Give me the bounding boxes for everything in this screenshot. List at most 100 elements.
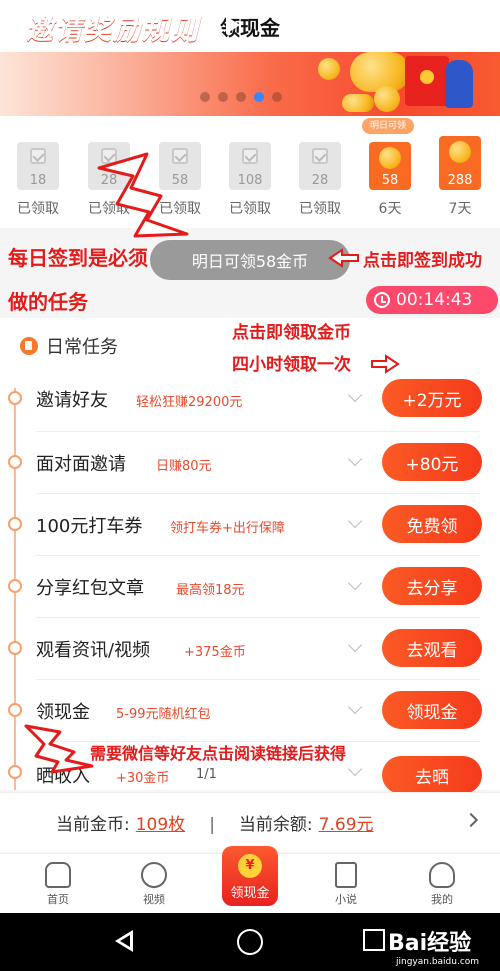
book-icon xyxy=(335,862,357,888)
yuan-coin-icon: ¥ xyxy=(238,854,262,878)
tab-label: 小说 xyxy=(335,893,357,906)
arrow-left-icon xyxy=(328,248,359,268)
coin-icon xyxy=(449,141,471,163)
chevron-down-icon[interactable] xyxy=(347,575,363,591)
day-coins: 28 xyxy=(311,173,329,188)
envelope-seal-icon xyxy=(420,70,434,84)
coins-label: 当前金币: xyxy=(56,815,130,835)
annotation-chest-claim: 点击即领取金币 xyxy=(232,323,351,343)
banner-title: 邀请奖励规则 xyxy=(26,15,200,46)
chevron-down-icon[interactable] xyxy=(347,387,363,403)
home-icon xyxy=(45,862,71,888)
check-icon xyxy=(242,148,258,164)
day-label: 已领取 xyxy=(229,201,271,217)
chevron-down-icon[interactable] xyxy=(347,513,363,529)
task-desc: 领打车券+出行保障 xyxy=(170,521,285,536)
checkin-day-future[interactable]: 288 7天 xyxy=(433,136,487,218)
task-name: 邀请好友 xyxy=(36,390,108,411)
day-coins: 108 xyxy=(237,173,263,188)
day-label: 6天 xyxy=(378,201,402,217)
task-name: 100元打车券 xyxy=(36,516,143,537)
money-value[interactable]: 7.69元 xyxy=(319,810,374,835)
tab-novel[interactable]: 小说 xyxy=(314,862,378,907)
task-progress: 1/1 xyxy=(196,767,217,782)
watermark-brand: Bai xyxy=(388,931,428,956)
watch-video-button[interactable]: 去观看 xyxy=(382,629,482,667)
checkin-day[interactable]: 18 已领取 xyxy=(11,142,65,218)
coins-value[interactable]: 109枚 xyxy=(136,810,185,835)
face-invite-button[interactable]: +80元 xyxy=(382,443,482,481)
chevron-down-icon[interactable] xyxy=(347,637,363,653)
task-desc: 日赚80元 xyxy=(156,459,212,474)
tab-label: 首页 xyxy=(47,893,69,906)
day-label: 7天 xyxy=(448,201,472,217)
tab-video[interactable]: 视频 xyxy=(122,862,186,907)
balance-separator: | xyxy=(209,815,215,835)
tab-get-cash[interactable]: ¥ 领现金 xyxy=(222,846,278,906)
check-icon xyxy=(312,148,328,164)
money-label: 当前余额: xyxy=(238,815,313,835)
taxi-voucher-button[interactable]: 免费领 xyxy=(382,505,482,543)
checkin-day-next[interactable]: 58 6天 xyxy=(363,142,417,218)
chevron-down-icon[interactable] xyxy=(347,451,363,467)
day-coins: 58 xyxy=(381,173,399,188)
chevron-down-icon[interactable] xyxy=(347,761,363,777)
person-illustration xyxy=(445,60,473,108)
show-income-button[interactable]: 去晒 xyxy=(382,756,482,794)
tomorrow-badge: 明日可领 xyxy=(362,118,414,134)
coin-stack-icon xyxy=(350,52,410,92)
balance-summary: 当前金币: 109枚 | 当前余额: 7.69元 xyxy=(56,810,374,835)
checkin-day[interactable]: 108 已领取 xyxy=(223,142,277,218)
yuan-icon xyxy=(8,765,22,779)
carousel-dot[interactable] xyxy=(218,92,228,102)
share-article-button[interactable]: 去分享 xyxy=(382,567,482,605)
recent-apps-icon[interactable] xyxy=(363,929,385,951)
invite-friends-button[interactable]: +2万元 xyxy=(382,379,482,417)
tab-mine[interactable]: 我的 xyxy=(410,862,474,907)
carousel-dot[interactable] xyxy=(200,92,210,102)
lightning-arrow-icon xyxy=(97,152,189,238)
annotation-daily-task: 做的任务 xyxy=(8,290,88,314)
day-coins: 18 xyxy=(29,173,47,188)
home-circle-icon[interactable] xyxy=(237,929,263,955)
check-icon xyxy=(30,148,46,164)
chest-timer[interactable]: 00:14:43 xyxy=(366,286,498,314)
timer-value: 00:14:43 xyxy=(396,290,473,310)
coin-icon xyxy=(374,86,400,112)
video-icon xyxy=(8,641,22,655)
get-cash-button[interactable]: 领现金 xyxy=(382,691,482,729)
day-coins: 288 xyxy=(447,173,473,188)
carousel-dot-active[interactable] xyxy=(254,92,264,102)
calendar-icon xyxy=(20,337,38,355)
task-desc: 5-99元随机红包 xyxy=(116,707,211,722)
back-icon-inner xyxy=(120,935,130,947)
task-row: 面对面邀请 日赚80元 +80元 xyxy=(0,432,500,492)
annotation-wechat-read: 需要微信等好友点击阅读链接后获得 xyxy=(90,744,347,763)
tab-label: 我的 xyxy=(431,893,453,906)
checkin-day[interactable]: 28 已领取 xyxy=(293,142,347,218)
user-icon xyxy=(8,391,22,405)
task-desc: +30金币 xyxy=(116,771,170,786)
chevron-down-icon[interactable] xyxy=(347,699,363,715)
task-name: 领现金 xyxy=(36,702,90,723)
watermark-suffix: 经验 xyxy=(427,931,472,956)
daily-tasks-header: 日常任务 xyxy=(20,333,118,359)
task-name: 面对面邀请 xyxy=(36,454,126,475)
task-row: 邀请好友 轻松狂赚29200元 +2万元 xyxy=(0,368,500,428)
coin-icon xyxy=(342,94,374,112)
carousel-dots[interactable] xyxy=(200,92,282,102)
lightning-arrow-icon xyxy=(24,724,94,774)
daily-tasks-title: 日常任务 xyxy=(46,337,118,358)
day-label: 已领取 xyxy=(17,201,59,217)
annotation-click-signin: 点击即签到成功 xyxy=(363,251,482,271)
annotation-chest-interval: 四小时领取一次 xyxy=(232,355,351,375)
tab-label: 领现金 xyxy=(230,886,270,901)
carousel-dot[interactable] xyxy=(272,92,282,102)
task-desc: 最高领18元 xyxy=(176,583,245,598)
tab-home[interactable]: 首页 xyxy=(26,862,90,907)
play-icon xyxy=(226,16,240,34)
carousel-dot[interactable] xyxy=(236,92,246,102)
profile-icon xyxy=(429,862,455,888)
task-desc: 轻松狂赚29200元 xyxy=(136,395,243,410)
task-desc: +375金币 xyxy=(184,645,246,660)
